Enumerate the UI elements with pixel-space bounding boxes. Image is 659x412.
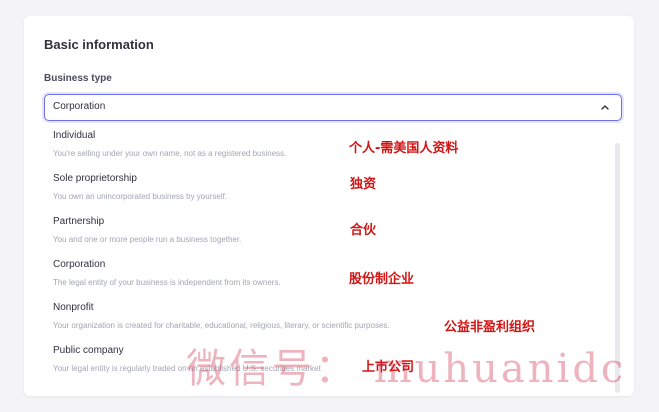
business-type-select[interactable]: Corporation <box>44 94 622 121</box>
dropdown-scrollbar[interactable] <box>615 143 620 393</box>
option-individual[interactable]: Individual You're selling under your own… <box>53 130 603 170</box>
option-public-company[interactable]: Public company Your legal entity is regu… <box>53 345 603 385</box>
chevron-up-icon <box>601 105 609 110</box>
business-type-label: Business type <box>44 73 112 84</box>
option-description: Your organization is created for charita… <box>53 321 390 330</box>
annotation-sole-proprietorship: 独资 <box>350 177 377 192</box>
form-card: Basic information Business type Corporat… <box>24 16 634 396</box>
business-type-dropdown: Individual You're selling under your own… <box>44 123 622 396</box>
option-title: Sole proprietorship <box>53 173 137 184</box>
option-description: You're selling under your own name, not … <box>53 149 287 158</box>
option-title: Individual <box>53 130 96 141</box>
option-description: You own an unincorporated business by yo… <box>53 192 228 201</box>
option-title: Public company <box>53 345 124 356</box>
annotation-corporation: 股份制企业 <box>349 272 415 287</box>
option-title: Nonprofit <box>53 302 94 313</box>
option-description: You and one or more people run a busines… <box>53 235 242 244</box>
option-partnership[interactable]: Partnership You and one or more people r… <box>53 216 603 256</box>
selected-value: Corporation <box>53 101 106 112</box>
option-description: The legal entity of your business is ind… <box>53 278 281 287</box>
annotation-partnership: 合伙 <box>350 223 377 238</box>
option-corporation[interactable]: Corporation The legal entity of your bus… <box>53 259 603 299</box>
option-title: Partnership <box>53 216 105 227</box>
option-sole-proprietorship[interactable]: Sole proprietorship You own an unincorpo… <box>53 173 603 213</box>
option-title: Corporation <box>53 259 106 270</box>
annotation-individual: 个人-需美国人资料 <box>349 141 459 156</box>
section-title: Basic information <box>44 37 154 52</box>
option-description: Your legal entity is regularly traded on… <box>53 364 321 373</box>
annotation-public-company: 上市公司 <box>362 360 415 375</box>
annotation-nonprofit: 公益非盈利组织 <box>444 320 536 335</box>
